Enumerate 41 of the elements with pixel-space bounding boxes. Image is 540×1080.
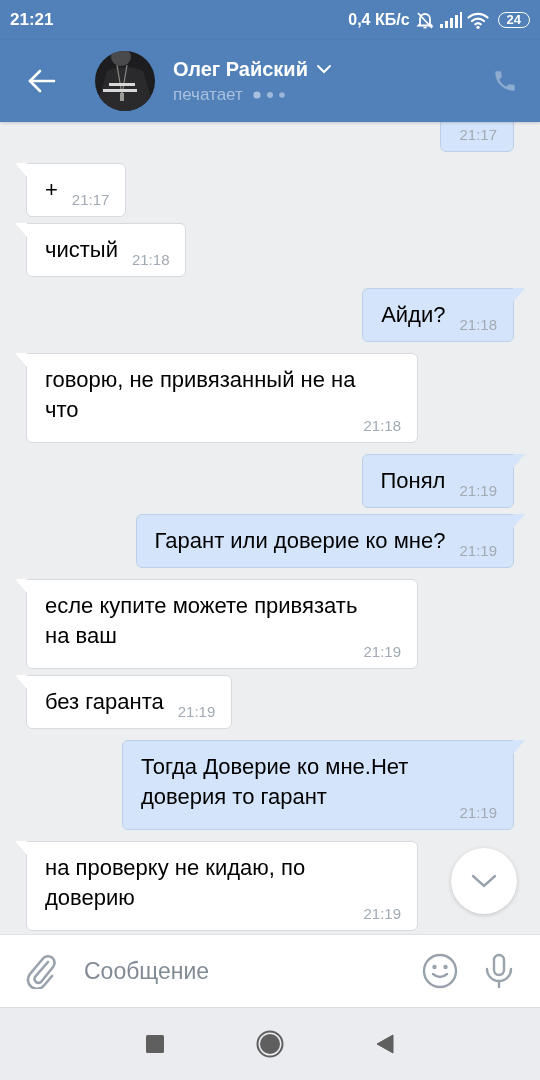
network-speed: 0,4 КБ/с <box>348 11 410 29</box>
smiley-icon[interactable] <box>422 953 458 989</box>
status-time: 21:21 <box>10 10 54 30</box>
message-time: 21:19 <box>459 542 497 560</box>
message-time: 21:17 <box>459 126 497 144</box>
message-text: Понял <box>380 467 446 495</box>
message-text: на проверку не кидаю, по доверию <box>45 854 307 912</box>
message-time: 21:18 <box>363 417 401 435</box>
back-arrow-icon <box>27 69 57 93</box>
home-icon[interactable] <box>256 1030 284 1058</box>
chevron-down-icon <box>471 874 497 888</box>
message-time: 21:17 <box>71 191 110 209</box>
muted-bell-icon <box>414 10 435 30</box>
scroll-down-button[interactable] <box>451 848 517 914</box>
chevron-down-icon[interactable] <box>315 64 332 74</box>
typing-dots-icon <box>252 90 287 99</box>
message-time: 21:19 <box>363 643 401 661</box>
paperclip-icon[interactable] <box>26 953 58 989</box>
microphone-icon[interactable] <box>484 953 514 989</box>
message-time: 21:19 <box>459 482 497 500</box>
message-text: Айди? <box>381 301 446 329</box>
message-text: + <box>45 176 58 204</box>
message-text: чистый <box>45 236 118 264</box>
message-time: 21:19 <box>363 905 401 923</box>
typing-status: печатает <box>173 84 243 105</box>
phone-icon[interactable] <box>492 68 518 94</box>
message-time: 21:18 <box>459 316 497 334</box>
contact-name[interactable]: Олег Райский <box>173 57 308 81</box>
message-input[interactable]: Сообщение <box>84 953 396 989</box>
message-text: без гаранта <box>45 688 164 716</box>
nav-back-icon[interactable] <box>376 1034 394 1054</box>
message-time: 21:18 <box>131 251 170 269</box>
message-time: 21:19 <box>177 703 216 721</box>
message-text: говорю, не привязанный не на что <box>45 366 357 424</box>
message-time: 21:19 <box>459 804 497 822</box>
message-text: Тогда Доверие ко мне.Нет доверия то гарант <box>141 753 410 811</box>
wifi-icon <box>466 11 489 29</box>
message-text: есле купите можете привязать на ваш <box>45 592 359 650</box>
message-text: Гарант или доверие ко мне? <box>154 527 446 555</box>
signal-icon <box>439 12 462 28</box>
message-composer[interactable]: Сообщение <box>0 934 540 1007</box>
